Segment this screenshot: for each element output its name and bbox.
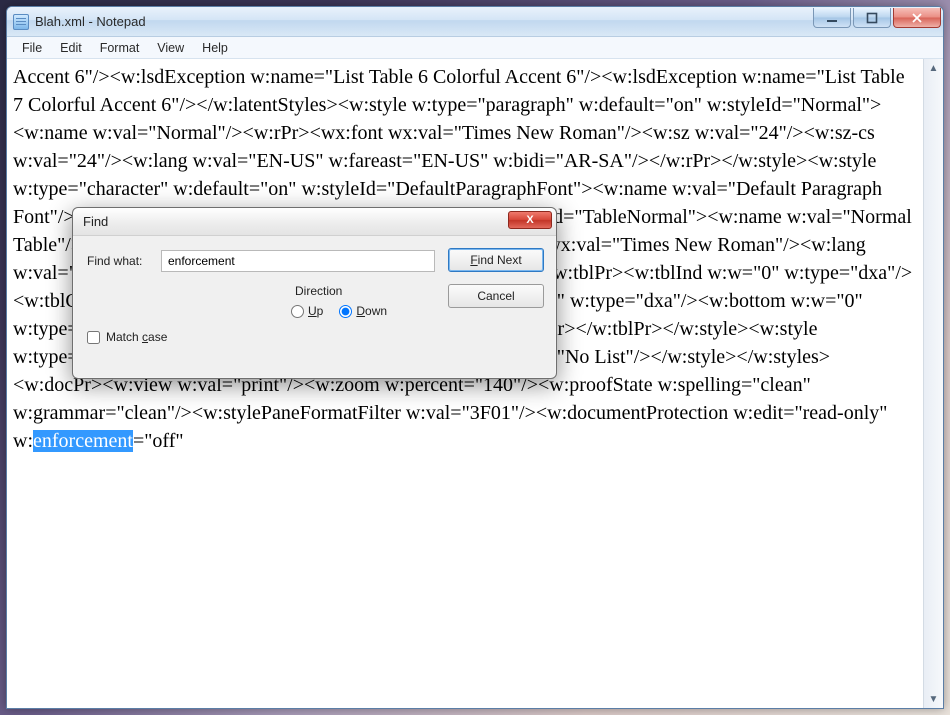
menu-help[interactable]: Help — [193, 39, 237, 57]
direction-up[interactable]: Up — [291, 304, 323, 318]
window-controls — [811, 7, 941, 28]
close-icon: X — [526, 214, 533, 226]
find-next-button[interactable]: Find Next — [448, 248, 544, 272]
match-case[interactable]: Match case — [87, 330, 167, 344]
find-next-rest: ind Next — [478, 253, 522, 267]
find-dialog: Find X Find what: Find Next Cancel Direc… — [72, 207, 557, 379]
find-dialog-titlebar[interactable]: Find X — [73, 208, 556, 236]
close-icon — [911, 12, 923, 24]
find-what-input[interactable] — [161, 250, 435, 272]
menu-edit[interactable]: Edit — [51, 39, 91, 57]
menu-view[interactable]: View — [148, 39, 193, 57]
match-case-label: Match case — [106, 330, 167, 344]
close-button[interactable] — [893, 8, 941, 28]
minimize-icon — [826, 12, 838, 24]
direction-up-label: Up — [308, 304, 323, 318]
direction-label: Direction — [291, 284, 346, 298]
minimize-button[interactable] — [813, 8, 851, 28]
direction-down-label: Down — [356, 304, 387, 318]
maximize-icon — [866, 12, 878, 24]
editor-area: Accent 6"/><w:lsdException w:name="List … — [7, 59, 943, 708]
menubar: File Edit Format View Help — [7, 37, 943, 59]
find-close-button[interactable]: X — [508, 211, 552, 229]
direction-down-radio[interactable] — [339, 305, 352, 318]
scroll-down-icon[interactable]: ▼ — [924, 690, 943, 708]
match-case-checkbox[interactable] — [87, 331, 100, 344]
find-buttons: Find Next Cancel — [448, 248, 544, 308]
scroll-up-icon[interactable]: ▲ — [924, 59, 943, 77]
search-highlight: enforcement — [33, 430, 133, 452]
direction-up-radio[interactable] — [291, 305, 304, 318]
notepad-icon — [13, 14, 29, 30]
find-what-row: Find what: — [87, 250, 435, 272]
text-editor[interactable]: Accent 6"/><w:lsdException w:name="List … — [7, 59, 923, 708]
maximize-button[interactable] — [853, 8, 891, 28]
window-title: Blah.xml - Notepad — [35, 14, 146, 29]
titlebar[interactable]: Blah.xml - Notepad — [7, 7, 943, 37]
find-dialog-body: Find what: Find Next Cancel Direction Up… — [73, 236, 556, 378]
direction-group: Direction Up Down — [283, 288, 425, 340]
find-what-label: Find what: — [87, 254, 161, 268]
vertical-scrollbar[interactable]: ▲ ▼ — [923, 59, 943, 708]
menu-format[interactable]: Format — [91, 39, 149, 57]
direction-down[interactable]: Down — [339, 304, 387, 318]
menu-file[interactable]: File — [13, 39, 51, 57]
find-dialog-title: Find — [83, 214, 108, 229]
cancel-button[interactable]: Cancel — [448, 284, 544, 308]
